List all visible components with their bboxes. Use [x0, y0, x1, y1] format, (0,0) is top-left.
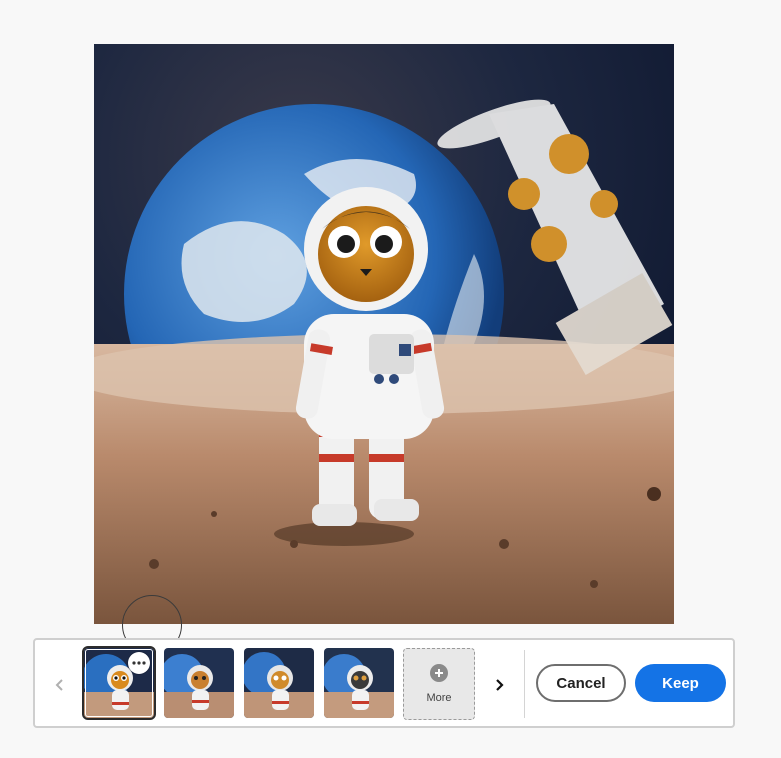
toolbar-divider: [524, 650, 525, 718]
cancel-button[interactable]: Cancel: [536, 664, 626, 702]
plus-icon: [430, 664, 448, 682]
chevron-right-icon[interactable]: [491, 675, 507, 695]
variation-picker-bar: More Cancel Keep: [33, 638, 735, 728]
chevron-left-icon[interactable]: [52, 675, 68, 695]
more-label: More: [426, 692, 452, 704]
variation-thumbnail-1[interactable]: [82, 646, 156, 720]
more-options-icon[interactable]: [128, 652, 150, 674]
keep-button[interactable]: Keep: [635, 664, 726, 702]
more-variations-button[interactable]: More: [403, 648, 475, 720]
generated-image: [94, 44, 674, 624]
variation-thumbnail-4[interactable]: [324, 648, 394, 718]
variation-thumbnail-2[interactable]: [164, 648, 234, 718]
variation-thumbnail-3[interactable]: [244, 648, 314, 718]
